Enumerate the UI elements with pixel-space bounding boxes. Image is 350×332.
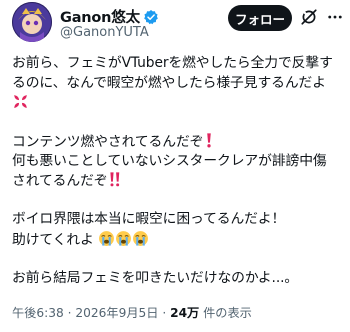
post-time[interactable]: 午後6:38	[12, 306, 64, 320]
post-line: るのに、なんで暇空が燃やしたら様子見するんだよ	[12, 74, 326, 91]
post-line: 助けてくれよ	[12, 230, 344, 250]
more-options-icon[interactable]	[326, 8, 344, 26]
view-count[interactable]: 24万	[170, 306, 199, 320]
post-line-emoji	[12, 93, 344, 113]
meta-separator: ·	[162, 306, 167, 320]
follow-button[interactable]: フォロー	[228, 5, 292, 31]
meta-separator: ·	[67, 306, 72, 320]
red-double-exclamation-emoji-icon	[107, 171, 123, 195]
loudly-crying-face-emoji-icon	[98, 230, 115, 254]
author-display-name[interactable]: Ganon悠太	[60, 6, 140, 27]
post-line-text: コンテンツ燃やされてるんだぞ	[12, 134, 204, 150]
author-name-row: Ganon悠太	[60, 6, 159, 27]
post-header: Ganon悠太 @GanonYUTA フォロー	[0, 0, 350, 52]
post-line: 何も悪いことしていないシスタークレアが誹謗中傷	[12, 152, 327, 169]
grok-icon[interactable]	[300, 8, 318, 26]
post-metadata: 午後6:38 · 2026年9月5日 · 24万 件の表示	[12, 303, 252, 321]
anger-symbol-emoji-icon	[12, 93, 29, 117]
verified-badge-icon	[143, 9, 159, 25]
loudly-crying-face-emoji-icon	[115, 230, 132, 254]
view-count-label: 件の表示	[203, 306, 252, 320]
avatar[interactable]	[12, 2, 52, 42]
post-date[interactable]: 2026年9月5日	[75, 306, 158, 320]
post-line: ボイロ界隈は本当に暇空に困ってるんだよ！	[12, 211, 286, 227]
post-line-text: 助けてくれよ	[12, 231, 94, 248]
post-line: お前ら結局フェミを叩きたいだけなのかよ...。	[12, 269, 299, 286]
post-line: コンテンツ燃やされてるんだぞ	[12, 132, 344, 152]
loudly-crying-face-emoji-icon	[132, 230, 149, 254]
post-text: お前ら、フェミがVTuberを燃やしたら全力で反撃す るのに、なんで暇空が燃やし…	[12, 54, 344, 288]
author-handle[interactable]: @GanonYUTA	[60, 25, 149, 40]
post-line: お前ら、フェミがVTuberを燃やしたら全力で反撃す	[12, 55, 333, 71]
post-line: されてるんだぞ	[12, 171, 344, 191]
post-line-text: されてるんだぞ	[12, 173, 108, 189]
